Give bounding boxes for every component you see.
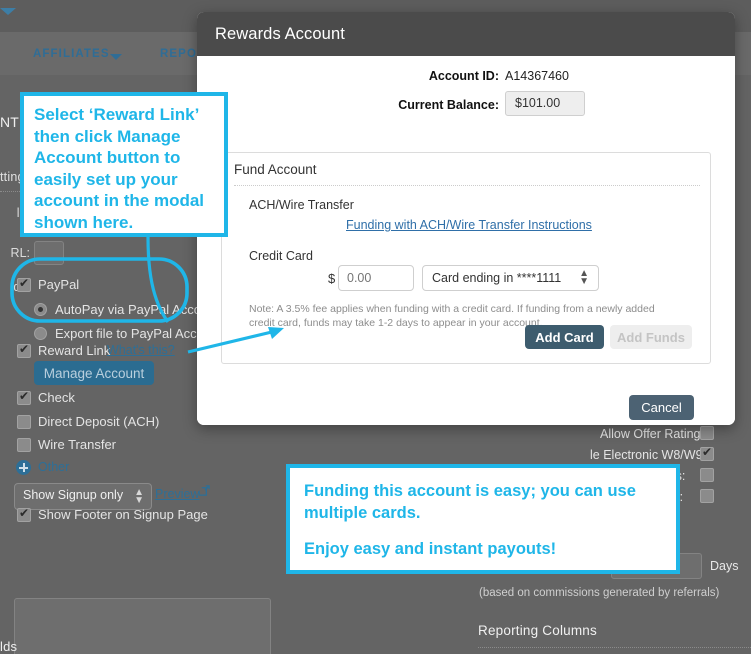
checkbox-paypal[interactable] [17,276,31,292]
card-select[interactable]: Card ending in ****1111 ▲ ▼ [422,265,599,291]
current-balance-label: Current Balance: [398,98,499,112]
footer-textarea[interactable] [14,598,271,654]
label-reward-link: Reward Link [38,343,111,358]
fund-account-panel: Fund Account ACH/Wire Transfer Funding w… [221,152,711,364]
url-input[interactable] [34,241,64,265]
reporting-columns-title: Reporting Columns [478,623,597,638]
label-enable-electronic-w8w9: le Electronic W8/W9: [590,448,707,462]
fund-account-title: Fund Account [234,162,317,177]
checkbox-show-footer[interactable] [17,506,31,522]
section-title: NT [0,114,20,130]
checkbox-password[interactable] [700,489,714,503]
select-arrows-icon: ▲ ▼ [134,486,144,506]
rewards-account-modal: Rewards Account Account ID: A14367460 Cu… [197,12,735,425]
checkbox-show-links[interactable] [700,468,714,482]
dollar-sign: $ [328,271,336,286]
panel-divider [234,185,700,186]
screenshot-root: AFFILIATES REPOR NT tting le: RL: ds: Pa… [0,0,751,654]
checkbox-direct-deposit[interactable] [17,415,31,429]
external-link-icon[interactable] [199,485,210,496]
label-autopay-paypal: AutoPay via PayPal Account [55,302,220,317]
radio-export-paypal[interactable] [34,327,47,340]
callout-top-text: Select ‘Reward Link’ then click Manage A… [34,105,205,232]
checkbox-reward-link[interactable] [17,342,31,358]
checkbox-check[interactable] [17,389,31,405]
ach-wire-transfer-label: ACH/Wire Transfer [249,198,354,212]
callout-spacer [304,524,662,538]
label-paypal: PayPal [38,277,80,292]
plus-circle-icon[interactable] [16,460,31,475]
fee-note: Note: A 3.5% fee applies when funding wi… [249,303,655,329]
label-show-footer: Show Footer on Signup Page [38,507,208,522]
other-link[interactable]: Other [38,460,69,474]
add-funds-button: Add Funds [610,325,692,349]
add-card-button[interactable]: Add Card [525,325,604,349]
radio-autopay-paypal[interactable] [34,303,47,316]
preview-link[interactable]: Preview [155,487,199,501]
callout-top: Select ‘Reward Link’ then click Manage A… [20,92,228,237]
callout-bottom-line-1: Funding this account is easy; you can us… [304,482,636,522]
amount-input[interactable] [338,265,414,291]
signup-page-select-value: Show Signup only [23,488,124,502]
label-allow-offer-rating: Allow Offer Rating: [600,427,704,441]
checkbox-allow-offer-rating[interactable] [700,426,714,440]
ach-instructions-link[interactable]: Funding with ACH/Wire Transfer Instructi… [346,218,592,232]
checkbox-wire-transfer[interactable] [17,438,31,452]
manage-account-button[interactable]: Manage Account [34,361,154,385]
select-arrows-icon: ▲ ▼ [579,268,589,287]
days-label: Days [710,559,739,573]
callout-bottom-line-2: Enjoy easy and instant payouts! [304,540,557,558]
commissions-note: (based on commissions generated by refer… [479,587,720,599]
field-label-url: RL: [10,246,30,260]
card-select-value: Card ending in ****1111 [432,271,562,285]
modal-body: Account ID: A14367460 Current Balance: $… [197,56,735,425]
label-wire-transfer: Wire Transfer [38,437,117,452]
modal-header: Rewards Account [197,12,735,56]
credit-card-label: Credit Card [249,249,313,263]
account-id-label: Account ID: [428,69,499,83]
whats-this-link[interactable]: What's this? [107,343,175,357]
callout-bottom: Funding this account is easy; you can us… [286,464,680,574]
caret-down-icon [0,8,16,15]
account-id-value: A14367460 [505,69,569,83]
signup-page-select[interactable]: Show Signup only ▲ ▼ [14,483,152,510]
chevron-down-icon[interactable] [110,54,122,60]
modal-title: Rewards Account [215,25,345,43]
fields-label: lds [0,639,18,654]
current-balance-value: $101.00 [505,91,585,116]
label-direct-deposit: Direct Deposit (ACH) [38,414,160,429]
divider-2 [478,647,751,648]
cancel-button[interactable]: Cancel [629,395,694,420]
nav-item-affiliates[interactable]: AFFILIATES [33,48,110,60]
checkbox-enable-electronic-w8w9[interactable] [700,445,714,461]
label-check: Check [38,390,75,405]
